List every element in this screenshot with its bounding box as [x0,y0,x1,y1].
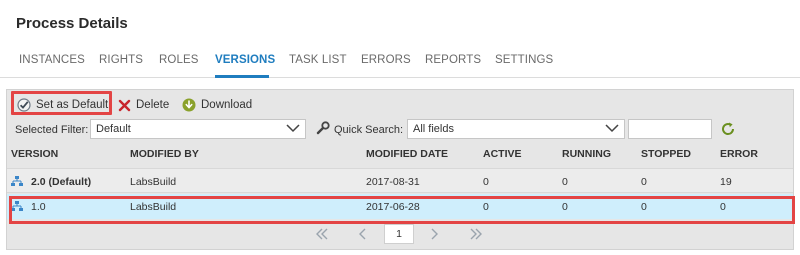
wrench-search-icon [316,121,330,140]
quick-search-field-value: All fields [413,123,454,135]
version-tree-icon [11,175,23,187]
versions-panel: Set as Default Delete Download Selected … [6,89,795,250]
tab-reports[interactable]: REPORTS [425,54,481,66]
download-button[interactable]: Download [182,95,252,115]
cell-stopped: 0 [641,201,647,213]
download-icon [182,98,196,112]
last-page-icon[interactable] [469,227,483,246]
delete-x-icon [117,98,131,112]
selected-filter-value: Default [96,123,131,135]
set-default-label: Set as Default [36,99,109,111]
cell-modified-by: LabsBuild [130,176,177,188]
selected-filter-select[interactable]: Default [90,119,306,139]
column-header-stopped[interactable]: STOPPED [641,148,691,160]
column-header-active[interactable]: ACTIVE [483,148,522,160]
chevron-down-icon [286,123,300,136]
table-row[interactable]: 2.0 (Default) LabsBuild 2017-08-31 0 0 0… [7,168,793,193]
delete-button[interactable]: Delete [117,95,169,115]
column-header-modified-by[interactable]: MODIFIED BY [130,148,199,160]
cell-modified-date: 2017-06-28 [366,201,420,213]
refresh-icon[interactable] [720,121,736,137]
cell-active: 0 [483,201,489,213]
column-header-error[interactable]: ERROR [720,148,758,160]
tab-errors[interactable]: ERRORS [361,54,411,66]
check-circle-icon [17,98,31,112]
column-header-running[interactable]: RUNNING [562,148,611,160]
quick-search-input[interactable] [628,119,712,139]
tab-roles[interactable]: ROLES [159,54,199,66]
quick-search-label: Quick Search: [334,124,404,136]
active-tab-indicator [215,75,269,78]
page-title: Process Details [16,15,128,32]
cell-running: 0 [562,201,568,213]
tab-versions[interactable]: VERSIONS [215,54,275,66]
tab-bar: INSTANCES RIGHTS ROLES VERSIONS TASK LIS… [0,40,800,78]
download-label: Download [201,99,253,111]
tab-task-list[interactable]: TASK LIST [289,54,347,66]
cell-version: 2.0 (Default) [31,176,92,188]
set-default-button[interactable]: Set as Default [17,95,108,115]
cell-error: 0 [720,201,726,213]
page-number-input[interactable]: 1 [384,224,414,244]
delete-label: Delete [136,99,170,111]
pager: 1 [7,221,793,249]
quick-search-field-select[interactable]: All fields [407,119,625,139]
next-page-icon[interactable] [430,227,440,246]
first-page-icon[interactable] [315,227,329,246]
cell-modified-date: 2017-08-31 [366,176,420,188]
version-tree-icon [11,200,23,212]
tab-rights[interactable]: RIGHTS [99,54,143,66]
cell-active: 0 [483,176,489,188]
cell-modified-by: LabsBuild [130,201,177,213]
cell-error: 19 [720,176,732,188]
chevron-down-icon [605,123,619,136]
cell-version: 1.0 [31,201,46,213]
cell-stopped: 0 [641,176,647,188]
tab-instances[interactable]: INSTANCES [19,54,85,66]
table-row-selected[interactable]: 1.0 LabsBuild 2017-06-28 0 0 0 0 [7,194,793,219]
column-header-version[interactable]: VERSION [11,148,58,160]
column-header-modified-date[interactable]: MODIFIED DATE [366,148,448,160]
prev-page-icon[interactable] [357,227,367,246]
tab-settings[interactable]: SETTINGS [495,54,553,66]
cell-running: 0 [562,176,568,188]
selected-filter-label: Selected Filter: [15,124,89,136]
